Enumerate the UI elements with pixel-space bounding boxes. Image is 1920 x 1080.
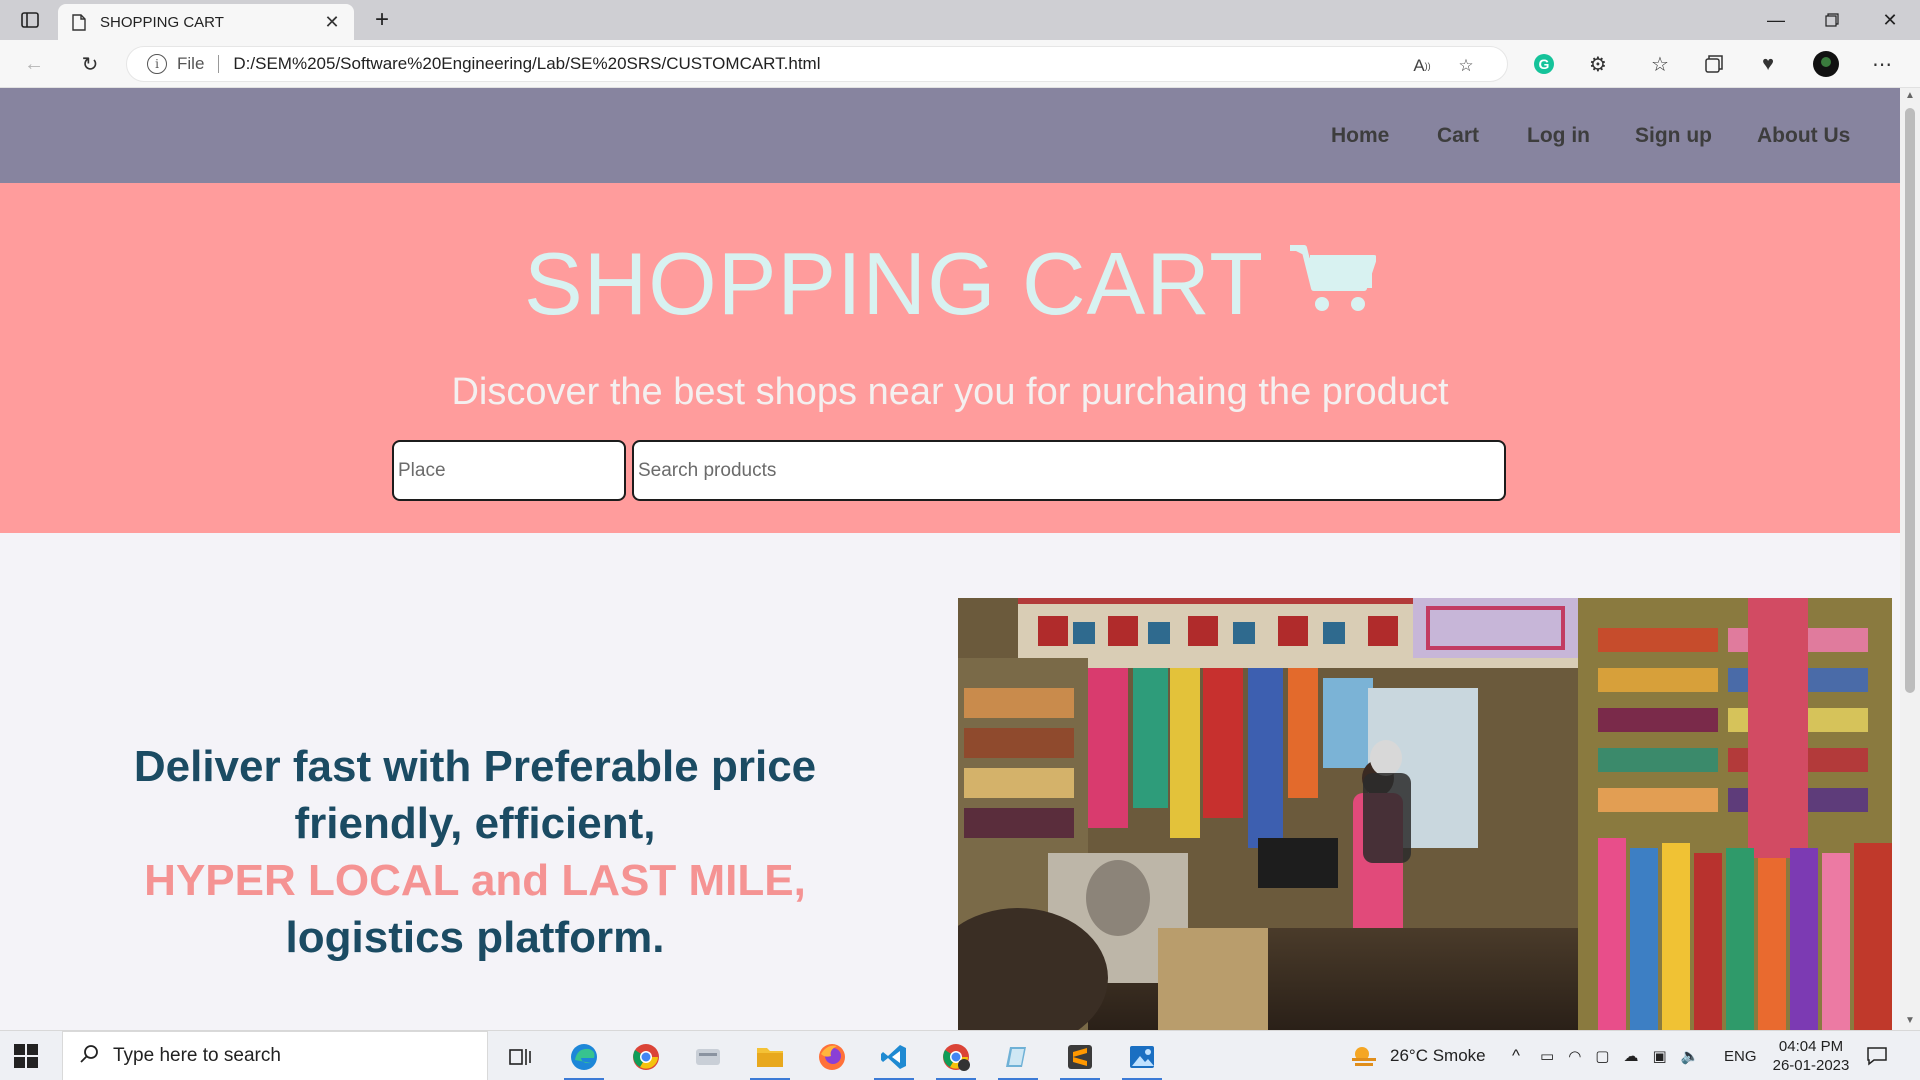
read-aloud-icon[interactable]: A)) bbox=[1409, 53, 1435, 79]
svg-text:G: G bbox=[1539, 56, 1550, 72]
page-viewport: Home Cart Log in Sign up About Us SHOPPI… bbox=[0, 88, 1900, 1030]
scroll-down-icon[interactable]: ▼ bbox=[1905, 1016, 1915, 1026]
browser-tab-strip: SHOPPING CART ✕ + — ✕ bbox=[0, 0, 1920, 40]
nav-signup[interactable]: Sign up bbox=[1635, 124, 1712, 148]
close-tab-icon[interactable]: ✕ bbox=[322, 12, 342, 32]
minimize-icon[interactable]: — bbox=[1748, 0, 1804, 40]
site-navbar: Home Cart Log in Sign up About Us bbox=[0, 88, 1900, 183]
sublime-text-icon[interactable] bbox=[1054, 1037, 1106, 1080]
nav-home[interactable]: Home bbox=[1331, 124, 1389, 148]
nav-about[interactable]: About Us bbox=[1757, 124, 1850, 148]
favorite-add-icon[interactable]: ☆ bbox=[1453, 53, 1479, 79]
new-tab-icon[interactable]: + bbox=[368, 6, 396, 34]
address-url[interactable]: D:/SEM%205/Software%20Engineering/Lab/SE… bbox=[233, 54, 820, 74]
clock-date: 26-01-2023 bbox=[1772, 1057, 1850, 1074]
onedrive-icon[interactable]: ☁ bbox=[1623, 1047, 1638, 1065]
taskbar-search-placeholder: Type here to search bbox=[113, 1045, 281, 1066]
app-icon[interactable] bbox=[682, 1037, 734, 1077]
grammarly-icon[interactable]: G bbox=[1528, 48, 1560, 80]
scroll-thumb[interactable] bbox=[1905, 108, 1915, 693]
feature-line-accent: HYPER LOCAL and LAST MILE, bbox=[144, 856, 806, 905]
restore-icon[interactable] bbox=[1804, 0, 1860, 40]
collections-icon[interactable] bbox=[1698, 48, 1730, 80]
search-products-input[interactable] bbox=[632, 440, 1506, 501]
chrome-profile-icon[interactable] bbox=[930, 1037, 982, 1080]
place-input[interactable] bbox=[392, 440, 626, 501]
favorites-icon[interactable]: ☆ bbox=[1644, 48, 1676, 80]
page-icon bbox=[70, 13, 88, 31]
feature-line-1: Deliver fast with Preferable price bbox=[133, 742, 817, 791]
address-file-label: File bbox=[177, 54, 205, 73]
browser-tab[interactable]: SHOPPING CART ✕ bbox=[58, 4, 354, 40]
notifications-icon[interactable] bbox=[1866, 1031, 1888, 1080]
system-tray-icons: ▭ ◠ ▢ ☁ ▣ 🔈 bbox=[1540, 1031, 1699, 1080]
display-icon[interactable]: ▣ bbox=[1652, 1047, 1666, 1065]
feature-line-2: friendly, efficient, bbox=[294, 799, 656, 848]
browser-essentials-icon[interactable]: ♥ bbox=[1752, 48, 1784, 80]
address-separator bbox=[218, 55, 220, 73]
chrome-icon[interactable] bbox=[620, 1037, 672, 1077]
shopping-cart-icon bbox=[1288, 233, 1377, 335]
meet-now-icon[interactable]: ▢ bbox=[1595, 1047, 1609, 1065]
scroll-up-icon[interactable]: ▲ bbox=[1905, 91, 1915, 101]
feature-line-4: logistics platform. bbox=[285, 913, 665, 962]
browser-toolbar: ← ↻ i File D:/SEM%205/Software%20Enginee… bbox=[0, 40, 1920, 88]
search-icon bbox=[79, 1044, 99, 1069]
weather-text: 26°C Smoke bbox=[1390, 1046, 1486, 1065]
windows-start-icon[interactable] bbox=[14, 1044, 38, 1068]
weather-widget[interactable]: 26°C Smoke bbox=[1350, 1031, 1486, 1080]
more-menu-icon[interactable]: ⋯ bbox=[1866, 48, 1898, 80]
tab-title: SHOPPING CART bbox=[100, 13, 224, 31]
firefox-icon[interactable] bbox=[806, 1037, 858, 1077]
battery-icon[interactable]: ▭ bbox=[1540, 1047, 1554, 1065]
file-explorer-icon[interactable] bbox=[744, 1037, 796, 1080]
windows-taskbar: Type here to search 26°C Smoke ^ ▭ ◠ ▢ ☁… bbox=[0, 1030, 1920, 1080]
close-window-icon[interactable]: ✕ bbox=[1862, 0, 1918, 40]
clock-time: 04:04 PM bbox=[1778, 1038, 1844, 1055]
notepad-icon[interactable] bbox=[992, 1037, 1044, 1080]
task-view-icon[interactable] bbox=[494, 1037, 546, 1077]
taskbar-clock[interactable]: 04:04 PM 26-01-2023 bbox=[1766, 1037, 1856, 1075]
address-bar[interactable]: i File D:/SEM%205/Software%20Engineering… bbox=[126, 46, 1508, 82]
feature-text: Deliver fast with Preferable price frien… bbox=[95, 738, 855, 966]
show-hidden-icons-icon[interactable]: ^ bbox=[1512, 1031, 1520, 1080]
shop-photo bbox=[958, 598, 1892, 1030]
wifi-icon[interactable]: ◠ bbox=[1568, 1047, 1581, 1065]
extensions-icon[interactable]: ⚙ bbox=[1582, 48, 1614, 80]
volume-icon[interactable]: 🔈 bbox=[1681, 1047, 1700, 1065]
tab-actions-icon[interactable] bbox=[16, 8, 44, 32]
vscode-icon[interactable] bbox=[868, 1037, 920, 1080]
hero-subtitle: Discover the best shops near you for pur… bbox=[451, 371, 1449, 413]
language-indicator[interactable]: ENG bbox=[1724, 1031, 1757, 1080]
edge-browser-icon[interactable] bbox=[558, 1037, 610, 1080]
profile-avatar[interactable] bbox=[1810, 48, 1842, 80]
nav-cart[interactable]: Cart bbox=[1437, 124, 1479, 148]
back-arrow-icon[interactable]: ← bbox=[18, 48, 50, 80]
page-title: SHOPPING CART bbox=[524, 234, 1264, 333]
photos-icon[interactable] bbox=[1116, 1037, 1168, 1080]
refresh-icon[interactable]: ↻ bbox=[74, 48, 106, 80]
info-icon[interactable]: i bbox=[147, 54, 167, 74]
nav-login[interactable]: Log in bbox=[1527, 124, 1590, 148]
taskbar-search-box[interactable]: Type here to search bbox=[62, 1031, 488, 1080]
page-scrollbar[interactable]: ▲ ▼ bbox=[1900, 88, 1920, 1030]
hero-title-row: SHOPPING CART bbox=[0, 233, 1900, 335]
